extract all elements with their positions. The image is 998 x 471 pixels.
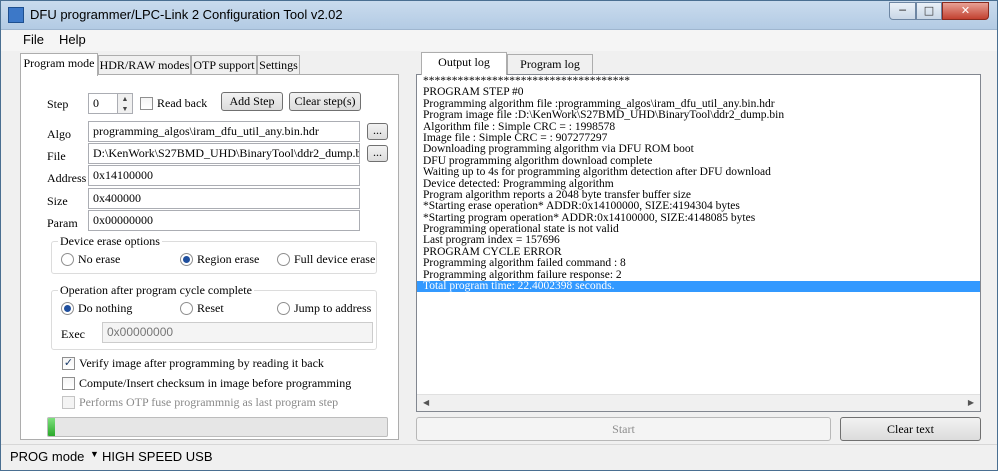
size-input[interactable]: 0x400000 xyxy=(88,188,360,209)
address-label: Address xyxy=(47,171,87,185)
program-mode-panel: Step 0 ▲ ▼ Read back Add Step Clear step(… xyxy=(20,74,399,440)
usb-dropdown-icon[interactable]: ▼ xyxy=(90,449,99,459)
maximize-button[interactable]: □ xyxy=(916,2,942,20)
progress-fill xyxy=(48,418,55,436)
log-line: Waiting up to 4s for programming algorit… xyxy=(423,166,771,179)
otp-checkbox[interactable] xyxy=(62,396,75,409)
radio-reset-label: Reset xyxy=(197,301,224,315)
size-label: Size xyxy=(47,194,68,208)
clear-text-button[interactable]: Clear text xyxy=(840,417,981,441)
add-step-button[interactable]: Add Step xyxy=(221,92,283,111)
step-label: Step xyxy=(47,97,69,111)
status-bar: PROG mode ▼ HIGH SPEED USB xyxy=(1,444,997,470)
log-horizontal-scrollbar[interactable]: ◀ ▶ xyxy=(417,394,980,411)
radio-region-erase[interactable] xyxy=(180,253,193,266)
tab-hdr-raw-modes[interactable]: HDR/RAW modes xyxy=(98,55,191,75)
file-label: File xyxy=(47,149,66,163)
read-back-label: Read back xyxy=(157,96,208,110)
menu-file[interactable]: File xyxy=(23,32,44,47)
radio-do-nothing-label: Do nothing xyxy=(78,301,133,315)
start-button[interactable]: Start xyxy=(416,417,831,441)
checksum-label: Compute/Insert checksum in image before … xyxy=(79,376,352,390)
file-browse-button[interactable]: ... xyxy=(367,145,388,162)
spin-down-icon[interactable]: ▼ xyxy=(118,104,132,114)
output-log-textbox[interactable]: ************************************ PROG… xyxy=(416,74,981,412)
radio-jump-to-address-label: Jump to address xyxy=(294,301,372,315)
left-tab-strip: Program mode HDR/RAW modes OTP support S… xyxy=(20,53,400,76)
close-button[interactable]: ✕ xyxy=(942,2,989,20)
algo-browse-button[interactable]: ... xyxy=(367,123,388,140)
verify-checkbox[interactable]: ✓ xyxy=(62,357,75,370)
radio-full-device-erase-label: Full device erase xyxy=(294,252,376,266)
tab-otp-support[interactable]: OTP support xyxy=(191,55,257,75)
algo-label: Algo xyxy=(47,127,71,141)
algo-input[interactable]: programming_algos\iram_dfu_util_any.bin.… xyxy=(88,121,360,142)
verify-label: Verify image after programming by readin… xyxy=(79,356,324,370)
title-bar[interactable]: DFU programmer/LPC-Link 2 Configuration … xyxy=(1,1,997,30)
radio-jump-to-address[interactable] xyxy=(277,302,290,315)
file-input[interactable]: D:\KenWork\S27BMD_UHD\BinaryTool\ddr2_du… xyxy=(88,143,360,164)
main-window: DFU programmer/LPC-Link 2 Configuration … xyxy=(0,0,998,471)
scroll-right-icon[interactable]: ▶ xyxy=(968,398,974,407)
log-line: Program image file :D:\KenWork\S27BMD_UH… xyxy=(423,109,785,122)
menu-help[interactable]: Help xyxy=(59,32,86,47)
step-spinner[interactable]: ▲ ▼ xyxy=(118,93,133,114)
address-input[interactable]: 0x14100000 xyxy=(88,165,360,186)
radio-region-erase-label: Region erase xyxy=(197,252,260,266)
param-input[interactable]: 0x00000000 xyxy=(88,210,360,231)
step-input[interactable]: 0 xyxy=(88,93,118,114)
log-lines: ************************************ PROG… xyxy=(417,75,980,293)
log-line: *Starting erase operation* ADDR:0x141000… xyxy=(423,200,740,213)
menu-bar: File Help xyxy=(1,30,997,51)
usb-speed-status: HIGH SPEED USB xyxy=(102,449,213,464)
log-line: Total program time: 22.4002398 seconds. xyxy=(417,280,980,293)
radio-do-nothing[interactable] xyxy=(61,302,74,315)
window-title: DFU programmer/LPC-Link 2 Configuration … xyxy=(30,7,343,22)
prog-mode-status: PROG mode xyxy=(10,449,85,464)
tab-program-log[interactable]: Program log xyxy=(507,54,593,74)
otp-label: Performs OTP fuse programmnig as last pr… xyxy=(79,395,339,409)
radio-full-device-erase[interactable] xyxy=(277,253,290,266)
radio-reset[interactable] xyxy=(180,302,193,315)
tab-output-log[interactable]: Output log xyxy=(421,52,507,75)
tab-settings[interactable]: Settings xyxy=(257,55,300,75)
program-progress-bar xyxy=(47,417,388,437)
read-back-checkbox[interactable] xyxy=(140,97,153,110)
checksum-checkbox[interactable] xyxy=(62,377,75,390)
after-program-title: Operation after program cycle complete xyxy=(58,283,254,298)
exec-input[interactable]: 0x00000000 xyxy=(102,322,373,343)
radio-no-erase-label: No erase xyxy=(78,252,121,266)
right-tab-strip: Output log Program log xyxy=(421,52,601,75)
device-erase-group: Device erase options No erase Region era… xyxy=(51,234,377,274)
minimize-button[interactable]: ─ xyxy=(889,2,916,20)
app-icon xyxy=(8,7,24,23)
exec-label: Exec xyxy=(61,327,85,341)
radio-no-erase[interactable] xyxy=(61,253,74,266)
device-erase-title: Device erase options xyxy=(58,234,162,249)
scroll-left-icon[interactable]: ◀ xyxy=(423,398,429,407)
log-line: Programming algorithm failed command : 8 xyxy=(423,257,626,270)
after-program-group: Operation after program cycle complete D… xyxy=(51,283,377,350)
param-label: Param xyxy=(47,216,78,230)
spin-up-icon[interactable]: ▲ xyxy=(118,94,132,104)
tab-program-mode[interactable]: Program mode xyxy=(20,53,98,76)
clear-steps-button[interactable]: Clear step(s) xyxy=(289,92,361,111)
